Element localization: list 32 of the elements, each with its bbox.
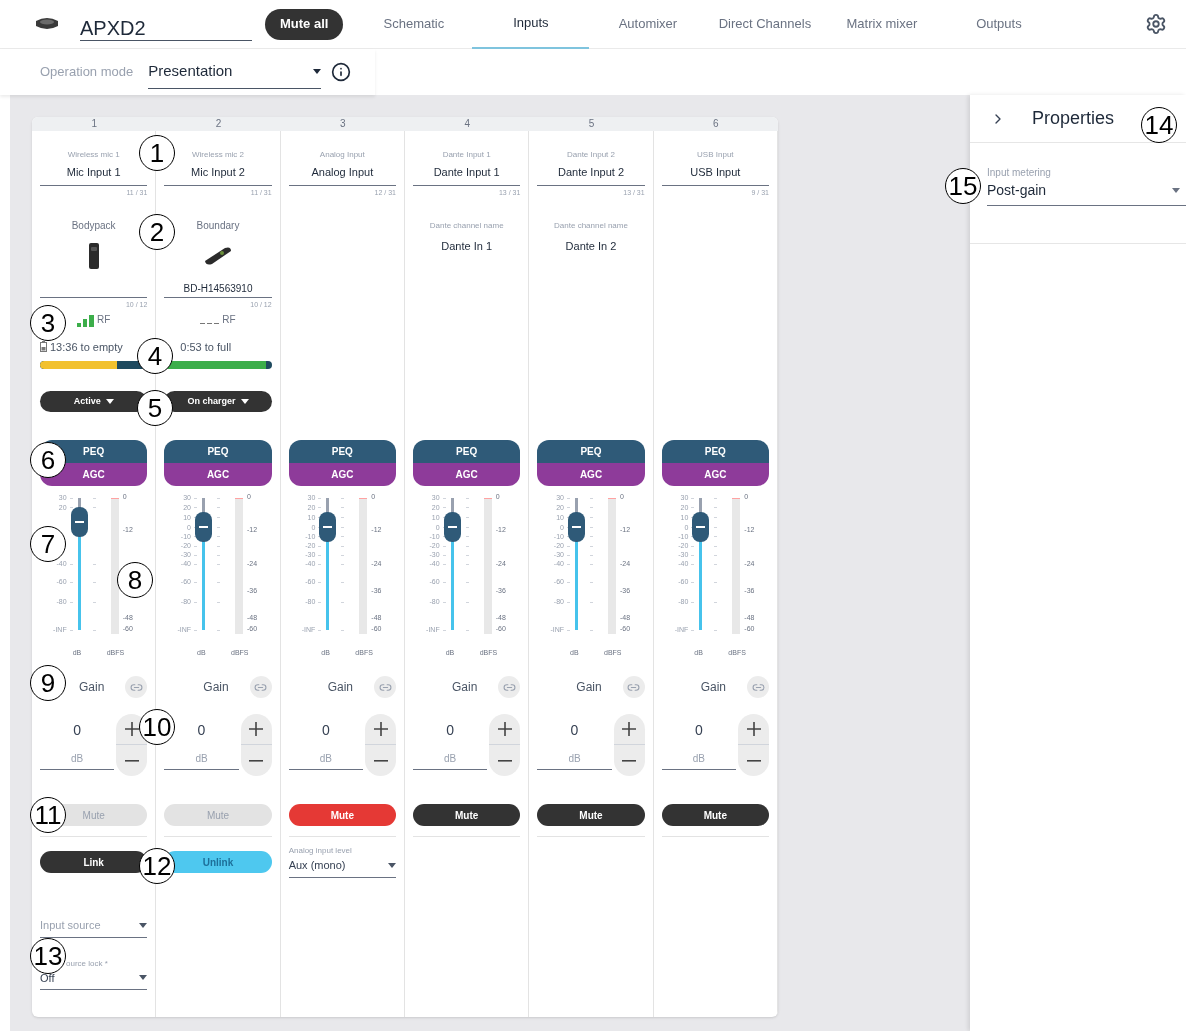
channel-type-label: Wireless mic 1 <box>66 149 121 161</box>
channel-number: 5 <box>587 117 596 131</box>
channel-type-label: Dante Input 1 <box>441 149 492 161</box>
number-callout-tooltip: 15 <box>945 168 981 204</box>
battery-time-label: 0:53 to full <box>180 339 232 355</box>
gain-label: Gain <box>327 679 353 696</box>
device-type-label: Boundary <box>196 219 240 233</box>
channel-number: 1 <box>90 117 98 131</box>
properties-title: Properties <box>1032 107 1115 130</box>
channel-number: 6 <box>712 117 720 131</box>
operation-mode-label: Operation mode <box>40 63 134 82</box>
rf-label: RF <box>222 312 236 327</box>
dante-channel-label: Dante channel name <box>554 220 628 232</box>
channel-type-label: Analog Input <box>318 149 366 161</box>
gain-label: Gain <box>452 679 478 696</box>
gain-label: Gain <box>203 679 229 696</box>
channel-type-label: USB Input <box>696 149 735 161</box>
rf-label: RF <box>97 312 111 327</box>
gain-label: Gain <box>700 679 726 696</box>
dante-channel-label: Dante channel name <box>429 220 504 232</box>
channel-number: 2 <box>214 117 223 131</box>
channel-type-label: Dante Input 2 <box>565 149 616 161</box>
battery-time-label: 13:36 to empty <box>50 339 123 355</box>
gain-label: Gain <box>79 679 105 696</box>
gain-label: Gain <box>576 679 602 696</box>
channel-number: 4 <box>463 117 471 131</box>
device-type-label: Bodypack <box>71 219 116 233</box>
number-callout-tooltip: 14 <box>1141 107 1177 143</box>
dante-channel-name: Dante In 2 <box>565 239 617 254</box>
channel-number: 3 <box>339 117 347 131</box>
dante-channel-name: Dante In 1 <box>441 239 493 254</box>
channel-type-label: Wireless mic 2 <box>191 149 245 161</box>
